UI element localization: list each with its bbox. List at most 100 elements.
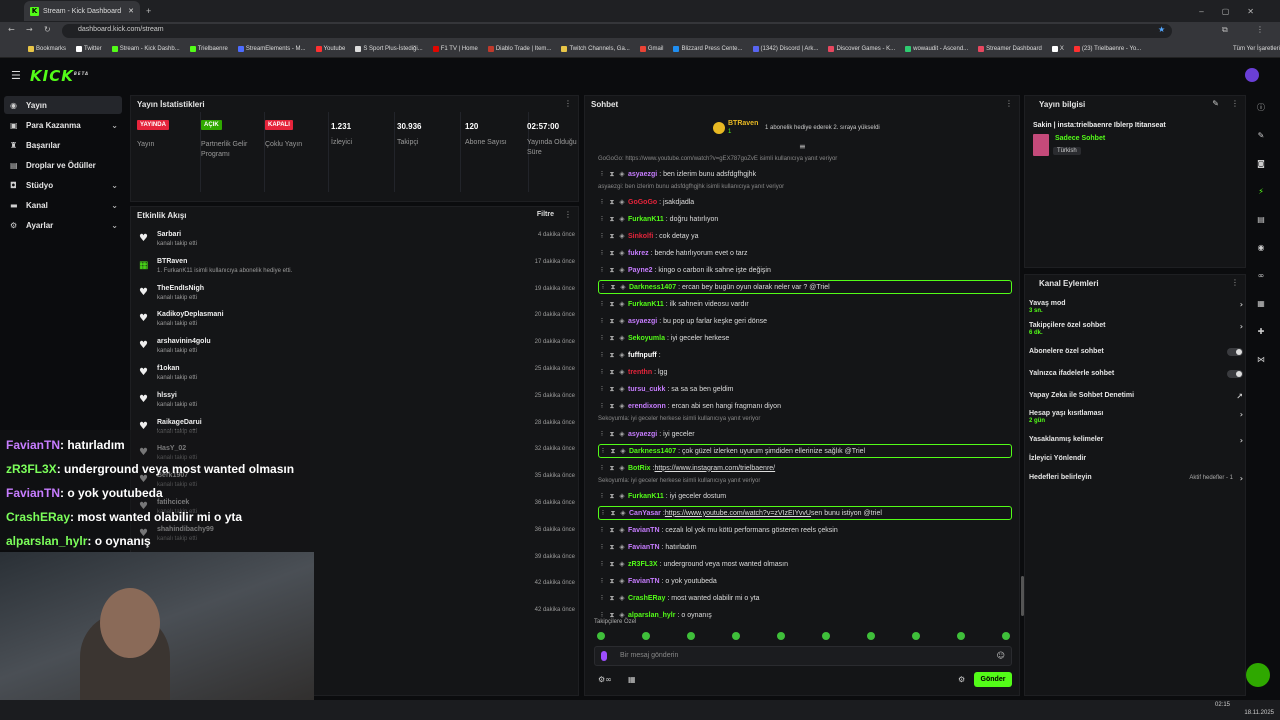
chevron-down-icon[interactable]: ⌄ <box>111 201 118 210</box>
forward-icon[interactable]: → <box>26 25 33 34</box>
timeout-icon[interactable]: ⧗ <box>609 283 617 292</box>
chat-message[interactable]: ⁝ ⧗ ◈ Sinkolfi: cok detay ya <box>598 229 1012 243</box>
moderation-icon[interactable]: ⁝ <box>599 509 607 517</box>
timeout-icon[interactable]: ⧗ <box>608 594 616 603</box>
bookmark-item[interactable]: Discover Games - K... <box>828 45 895 52</box>
channel-action-7[interactable]: Yasaklanmış kelimeler › <box>1029 436 1243 445</box>
chat-username[interactable]: GoGoGo <box>628 199 657 206</box>
moderation-icon[interactable]: ⁝ <box>598 266 606 274</box>
moderation-icon[interactable]: ⁝ <box>598 170 606 178</box>
chevron-down-icon[interactable]: ⌄ <box>111 221 118 230</box>
chevron-down-icon[interactable]: ⌄ <box>111 181 118 190</box>
emote-icon[interactable] <box>687 632 695 640</box>
emote-icon[interactable] <box>957 632 965 640</box>
chat-message[interactable]: ⁝ ⧗ ◈ Darkness1407: çok güzel izlerken uyur… <box>598 444 1012 458</box>
chat-message[interactable]: ⁝ ⧗ ◈ GoGoGo: jsakdjadla <box>598 195 1012 209</box>
chat-settings-icon[interactable]: ⚙ <box>958 675 965 684</box>
moderation-icon[interactable]: ⁝ <box>598 249 606 257</box>
timeout-icon[interactable]: ⧗ <box>608 317 616 326</box>
chat-username[interactable]: trenthn <box>628 369 652 376</box>
sidebar-item-ayarlar[interactable]: ⚙ Ayarlar ⌄ <box>4 216 122 234</box>
chat-message[interactable]: ⁝ ⧗ ◈ CrashERay: most wanted olabilir mi o … <box>598 591 1012 605</box>
timeout-icon[interactable]: ⧗ <box>608 526 616 535</box>
external-link-icon[interactable]: ↗ <box>1236 392 1243 401</box>
chat-tools-icon[interactable]: ⚙∞ <box>598 675 612 684</box>
chat-username[interactable]: fuffnpuff <box>628 352 657 359</box>
bookmark-item[interactable]: Twitter <box>76 45 102 52</box>
chat-username[interactable]: FurkanK11 <box>628 216 664 223</box>
chat-username[interactable]: asyaezgi <box>628 431 657 438</box>
chevron-right-icon[interactable]: › <box>1240 474 1243 483</box>
chat-username[interactable]: fukrez <box>628 250 649 257</box>
wrench-icon[interactable]: ✚ <box>1250 320 1272 342</box>
moderation-icon[interactable]: ⁝ <box>598 300 606 308</box>
send-button[interactable]: Gönder <box>974 672 1012 687</box>
activity-user[interactable]: f1okan <box>157 365 180 372</box>
sidebar-item-stüdyo[interactable]: ◘ Stüdyo ⌄ <box>4 176 122 194</box>
pin-chevron-icon[interactable]: ≡ <box>799 142 806 151</box>
moderation-icon[interactable]: ⁝ <box>598 368 606 376</box>
edit-icon[interactable]: ✎ <box>1212 99 1219 108</box>
bolt-icon[interactable]: ⚡ <box>1250 180 1272 202</box>
channel-actions-menu-icon[interactable]: ⋮ <box>1231 278 1239 287</box>
chat-username[interactable]: asyaezgi <box>628 318 657 325</box>
link-icon[interactable]: ∞ <box>1250 264 1272 286</box>
moderation-icon[interactable]: ⁝ <box>598 317 606 325</box>
chat-username[interactable]: CrashERay <box>628 595 665 602</box>
moderation-icon[interactable]: ⁝ <box>598 611 606 619</box>
channel-action-1[interactable]: Yavaş mod 3 sn. › <box>1029 300 1243 314</box>
chat-username[interactable]: erendixonn <box>628 403 666 410</box>
sidebar-item-başarılar[interactable]: ♜ Başarılar <box>4 136 122 154</box>
emote-icon[interactable] <box>912 632 920 640</box>
bookmark-item[interactable]: Youtube <box>315 45 345 52</box>
sidebar-item-droplar-ve-ödüller[interactable]: ▤ Droplar ve Ödüller <box>4 156 122 174</box>
chat-link[interactable]: https://www.youtube.com/watch?v=zVIzEIYv… <box>665 510 811 517</box>
chat-username[interactable]: Payne2 <box>628 267 653 274</box>
channel-action-3[interactable]: Abonelere özel sohbet <box>1029 348 1243 356</box>
chat-username[interactable]: FavianTN <box>628 527 660 534</box>
chat-message[interactable]: ⁝ ⧗ ◈ Darkness1407: ercan bey bugün oyun ol… <box>598 280 1012 294</box>
chat-message[interactable]: ⁝ ⧗ ◈ Sekoyumla: iyi geceler herkese <box>598 331 1012 345</box>
channel-action-8[interactable]: İzleyici Yönlendir <box>1029 455 1243 462</box>
moderation-icon[interactable]: ⁝ <box>598 215 606 223</box>
chat-message[interactable]: ⁝ ⧗ ◈ CanYasar: https://www.youtube.com/wat… <box>598 506 1012 520</box>
help-chat-button[interactable] <box>1246 663 1270 687</box>
chat-link[interactable]: https://www.instagram.com/trielbaenre/ <box>655 465 776 472</box>
emoji-icon[interactable]: ☺ <box>997 651 1005 660</box>
chat-username[interactable]: Darkness1407 <box>629 448 676 455</box>
toggle-switch[interactable] <box>1227 348 1243 356</box>
moderation-icon[interactable]: ⁝ <box>598 402 606 410</box>
bookmark-item[interactable]: X <box>1051 45 1064 52</box>
sidebar-item-para-kazanma[interactable]: ▣ Para Kazanma ⌄ <box>4 116 122 134</box>
chevron-down-icon[interactable]: ⌄ <box>111 121 118 130</box>
emote-icon[interactable] <box>597 632 605 640</box>
emote-icon[interactable] <box>867 632 875 640</box>
bookmark-star-icon[interactable]: ★ <box>1158 25 1165 34</box>
moderation-icon[interactable]: ⁝ <box>598 594 606 602</box>
chat-message[interactable]: ⁝ ⧗ ◈ FavianTN: o yok youtubeda <box>598 574 1012 588</box>
chat-message[interactable]: ⁝ ⧗ ◈ Payne2: kingo o carbon ilk sahne işte… <box>598 263 1012 277</box>
moderation-icon[interactable]: ⁝ <box>599 447 607 455</box>
moderation-icon[interactable]: ⁝ <box>598 351 606 359</box>
emote-icon[interactable] <box>822 632 830 640</box>
timeout-icon[interactable]: ⧗ <box>608 543 616 552</box>
channel-action-6[interactable]: Hesap yaşı kısıtlaması 2 gün › <box>1029 410 1243 424</box>
bookmark-item[interactable]: Trielbaenre <box>189 45 228 52</box>
browser-tab[interactable]: K Stream - Kick Dashboard ✕ <box>24 1 140 21</box>
moderation-icon[interactable]: ⁝ <box>598 430 606 438</box>
activity-menu-icon[interactable]: ⋮ <box>564 210 572 219</box>
timeout-icon[interactable]: ⧗ <box>609 447 617 456</box>
camera-icon[interactable]: ◙ <box>1250 152 1272 174</box>
moderation-icon[interactable]: ⁝ <box>598 543 606 551</box>
chat-message[interactable]: ⁝ ⧗ ◈ FavianTN: cezalı lol yok mu kötü perf… <box>598 523 1012 537</box>
chat-username[interactable]: CanYasar <box>629 510 661 517</box>
chat-username[interactable]: BotRix <box>628 465 651 472</box>
bookmark-item[interactable]: Streamer Dashboard <box>978 45 1042 52</box>
chat-message[interactable]: ⁝ ⧗ ◈ FurkanK11: ilk sahnein videosu vardır <box>598 297 1012 311</box>
chat-username[interactable]: tursu_cukk <box>628 386 665 393</box>
chat-username[interactable]: FurkanK11 <box>628 493 664 500</box>
bookmark-item[interactable]: Gmail <box>639 45 663 52</box>
emote-icon[interactable] <box>1002 632 1010 640</box>
stream-info-menu-icon[interactable]: ⋮ <box>1231 99 1239 108</box>
info-icon[interactable]: ⓘ <box>1250 96 1272 118</box>
